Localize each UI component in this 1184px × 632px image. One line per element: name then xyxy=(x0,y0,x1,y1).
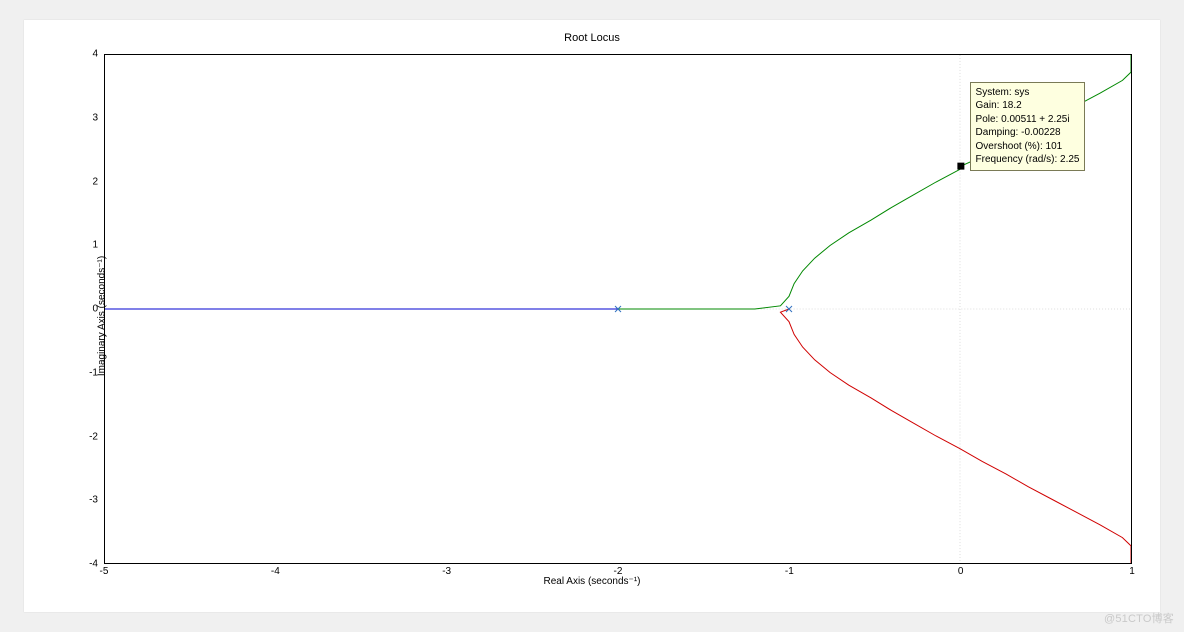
y-tick-label: 1 xyxy=(74,240,98,251)
tooltip-line: System: sys xyxy=(976,86,1080,100)
plot-area[interactable]: System: sysGain: 18.2Pole: 0.00511 + 2.2… xyxy=(104,54,1132,564)
y-tick-label: 0 xyxy=(74,304,98,315)
y-tick-label: -2 xyxy=(74,431,98,442)
tooltip-line: Frequency (rad/s): 2.25 xyxy=(976,153,1080,167)
data-tip[interactable]: System: sysGain: 18.2Pole: 0.00511 + 2.2… xyxy=(970,82,1086,171)
x-axis-label: Real Axis (seconds⁻¹) xyxy=(24,576,1160,587)
watermark: @51CTO博客 xyxy=(1104,610,1174,626)
y-tick-label: 2 xyxy=(74,176,98,187)
figure-window: Root Locus System: sysGain: 18.2Pole: 0.… xyxy=(24,20,1160,612)
tooltip-line: Gain: 18.2 xyxy=(976,99,1080,113)
tooltip-line: Pole: 0.00511 + 2.25i xyxy=(976,113,1080,127)
selected-point-icon[interactable] xyxy=(957,163,964,170)
tooltip-line: Overshoot (%): 101 xyxy=(976,140,1080,154)
y-tick-label: -3 xyxy=(74,495,98,506)
y-axis-label: Imaginary Axis (seconds⁻¹) xyxy=(97,256,108,376)
y-tick-label: 3 xyxy=(74,112,98,123)
series-branch-lower xyxy=(780,309,1131,563)
tooltip-line: Damping: -0.00228 xyxy=(976,126,1080,140)
chart-title: Root Locus xyxy=(24,32,1160,44)
y-tick-label: -4 xyxy=(74,559,98,570)
y-tick-label: -1 xyxy=(74,367,98,378)
y-tick-label: 4 xyxy=(74,49,98,60)
